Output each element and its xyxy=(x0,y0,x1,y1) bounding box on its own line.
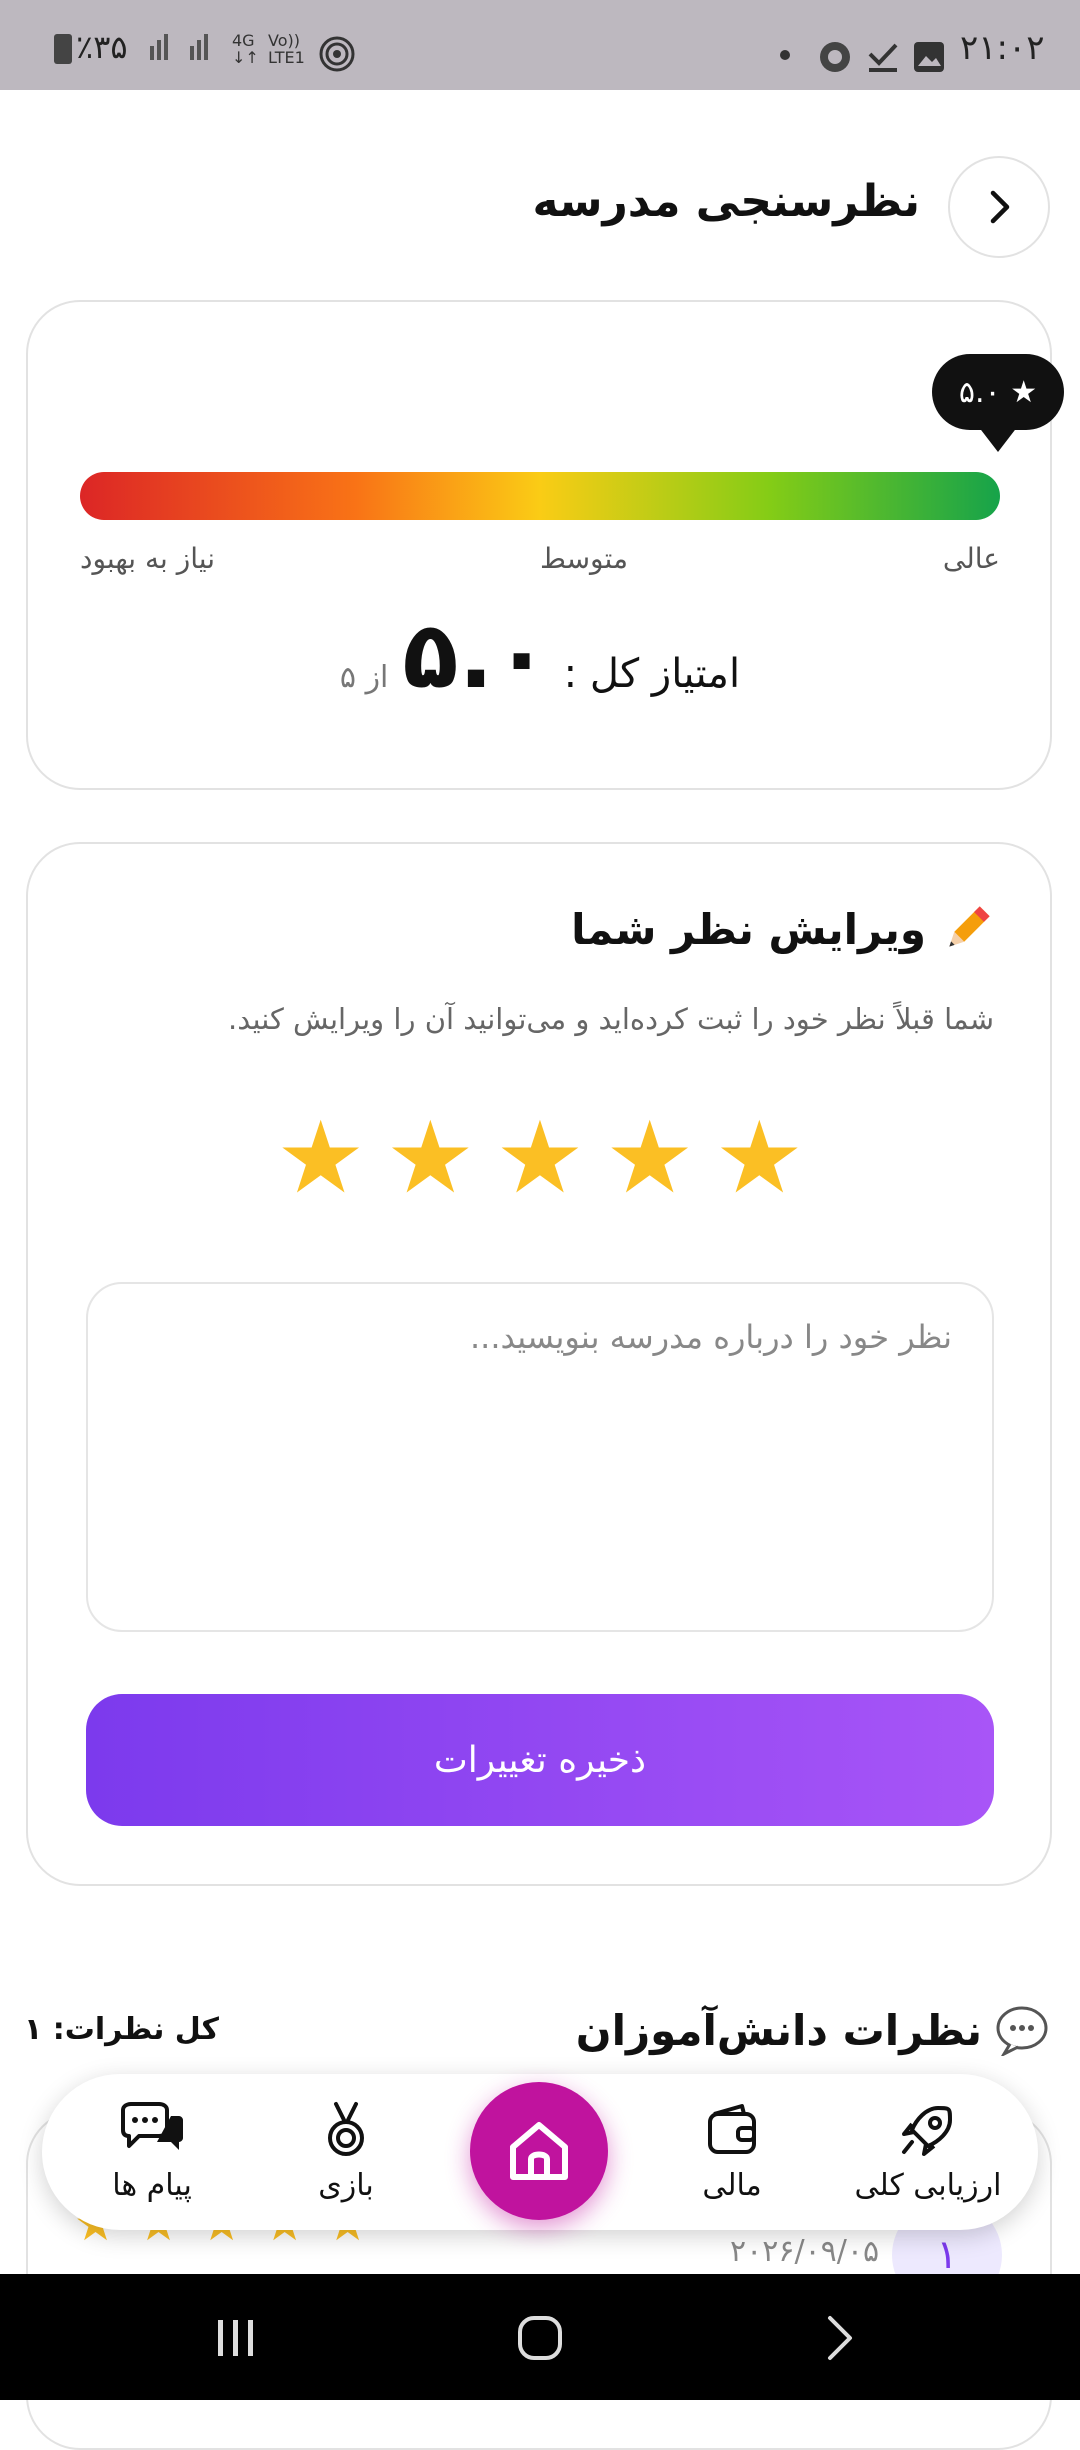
rating-tooltip: ★ ۵.۰ xyxy=(932,354,1064,430)
reviews-section-header: نظرات دانش‌آموزان xyxy=(576,2004,1050,2056)
hotspot-icon xyxy=(318,36,356,76)
nav-item-home[interactable] xyxy=(470,2082,608,2220)
nav-item-game[interactable]: بازی xyxy=(266,2100,426,2203)
medal-icon xyxy=(328,2102,364,2156)
recent-apps-icon[interactable] xyxy=(214,2316,258,2364)
chevron-right-icon xyxy=(990,190,1010,224)
battery-indicator: ٪۳۵ xyxy=(54,28,128,66)
home-system-icon[interactable] xyxy=(516,2314,564,2366)
review-textarea[interactable] xyxy=(86,1282,994,1632)
back-button[interactable] xyxy=(948,156,1050,258)
nav-label: مالی xyxy=(702,2168,762,2203)
page-title: نظرسنجی مدرسه xyxy=(532,176,920,227)
edit-section-subtitle: شما قبلاً نظر خود را ثبت کرده‌اید و می‌ت… xyxy=(228,1002,994,1036)
rating-star-1[interactable]: ★ xyxy=(276,1108,366,1208)
reviews-section-title: نظرات دانش‌آموزان xyxy=(575,2005,982,2055)
nav-label: بازی xyxy=(318,2168,374,2203)
rocket-icon xyxy=(902,2106,952,2156)
image-icon xyxy=(912,40,946,78)
signal-icons xyxy=(148,30,228,70)
chrome-icon xyxy=(818,40,852,78)
messages-icon xyxy=(121,2102,183,2150)
chat-bubble-icon xyxy=(996,2006,1048,2056)
rating-star-2[interactable]: ★ xyxy=(386,1108,476,1208)
nav-label: ارزیابی کلی xyxy=(854,2168,1002,2203)
rating-stars: ★ ★ ★ ★ ★ xyxy=(0,1108,1080,1208)
tooltip-pointer xyxy=(978,426,1018,452)
nav-item-finance[interactable]: مالی xyxy=(652,2100,812,2203)
network-type: 4G ↓↑ xyxy=(232,31,259,67)
check-icon xyxy=(866,40,900,78)
nav-item-messages[interactable]: پیام ها xyxy=(72,2100,232,2203)
label-needs-improvement: نیاز به بهبود xyxy=(80,542,215,575)
total-reviews-count: کل نظرات: ۱ xyxy=(24,2012,220,2047)
review-date: ۲۰۲۶/۰۹/۰۵ xyxy=(730,2234,880,2269)
nav-item-overall-evaluation[interactable]: ارزیابی کلی xyxy=(848,2100,1008,2203)
volte-indicator: Vo)) LTE1 xyxy=(268,31,305,67)
battery-icon xyxy=(54,34,72,64)
total-score-label: امتیاز کل : xyxy=(563,651,741,697)
home-icon xyxy=(510,2122,568,2180)
battery-text: ٪۳۵ xyxy=(76,28,128,66)
notification-dot-icon xyxy=(780,50,790,60)
label-average: متوسط xyxy=(540,542,628,575)
nav-label: پیام ها xyxy=(112,2168,192,2203)
signal-strength-icon xyxy=(150,34,208,60)
pencil-icon xyxy=(949,906,990,947)
rating-gradient-bar xyxy=(80,472,1000,520)
total-score-value: ۵.۰ xyxy=(402,602,550,709)
save-changes-button[interactable]: ذخیره تغییرات xyxy=(86,1694,994,1826)
clock: ۲۱:۰۲ xyxy=(960,28,1045,68)
rating-star-3[interactable]: ★ xyxy=(495,1108,585,1208)
rating-star-4[interactable]: ★ xyxy=(605,1108,695,1208)
edit-section-title: ویرایش نظر شما xyxy=(571,904,926,954)
label-excellent: عالی xyxy=(942,542,1000,575)
back-system-icon[interactable] xyxy=(822,2314,858,2366)
rating-star-5[interactable]: ★ xyxy=(714,1108,804,1208)
total-score-row: امتیاز کل : ۵.۰ از ۵ xyxy=(0,610,1080,702)
wallet-icon xyxy=(708,2104,756,2154)
total-score-max: از ۵ xyxy=(339,660,389,695)
edit-section-header: ویرایش نظر شما xyxy=(571,902,994,956)
